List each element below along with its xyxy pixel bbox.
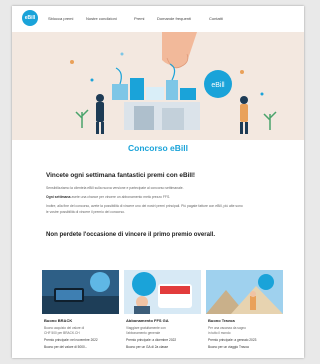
intro-line-1: Sensibilizziamo la clientela eBill sulla… — [46, 186, 184, 190]
nav-item-sblocca-premi[interactable]: Sblocca premi — [48, 16, 73, 21]
hero-banner: eBill — [12, 32, 304, 140]
nav-item-domande-frequenti[interactable]: Domande frequenti — [157, 16, 191, 21]
prize-desc: in tutto il mondo — [208, 331, 231, 335]
prize-image-travoa — [206, 270, 283, 314]
prize-value: Buono per un GA di 2a classe — [126, 345, 169, 349]
prize-card-brack[interactable]: Buono BRACK Buono acquisto del valore di… — [42, 270, 119, 358]
prize-date: Premio principale: a dicembre 2022 — [126, 338, 177, 342]
intro-line-4: le vostre possibilità di vincere il prem… — [46, 210, 125, 214]
prize-image-ffs — [124, 270, 201, 314]
prize-card-ffs[interactable]: Abbonamento FFS GA Viaggiare gratuitamen… — [124, 270, 201, 358]
intro-heading: Vincete ogni settimana fantastici premi … — [46, 172, 196, 179]
section-title: Concorso eBill — [128, 143, 188, 153]
prize-desc: l'abbonamento generale — [126, 331, 161, 335]
intro-line-2-bold: Ogni settimana — [46, 195, 71, 199]
prize-date: Premio principale: nel novembre 2022 — [44, 338, 98, 342]
prize-title: Abbonamento FFS GA — [126, 318, 169, 323]
nav-item-condizioni[interactable]: Nostre condizioni — [86, 16, 117, 21]
top-navigation: eBill Sblocca premi Nostre condizioni Pr… — [12, 6, 304, 32]
prize-value: Buono per un viaggio Travoa — [208, 345, 249, 349]
prize-image-brack — [42, 270, 119, 314]
nav-item-premi[interactable]: Premi — [134, 16, 144, 21]
nav-item-contatti[interactable]: Contatti — [209, 16, 223, 21]
hero-badge: eBill — [211, 82, 225, 89]
prize-date: Premio principale: a gennaio 2023 — [208, 338, 257, 342]
intro-line-3: Inoltre, alla fine del concorso, avete l… — [46, 204, 243, 208]
prize-desc: Buono acquisto del valore di — [44, 326, 85, 330]
prize-card-travoa[interactable]: Buono Travoa Per una vacanza da sogno in… — [206, 270, 283, 358]
prize-desc: Viaggiare gratuitamente con — [126, 326, 166, 330]
prize-desc: Per una vacanza da sogno — [208, 326, 246, 330]
page: eBill Sblocca premi Nostre condizioni Pr… — [12, 6, 304, 358]
prize-value: Buono per del valore di 5000.- — [44, 345, 87, 349]
prize-title: Buono Travoa — [208, 318, 235, 323]
ebill-logo[interactable]: eBill — [22, 10, 38, 26]
intro-line-2: Ogni settimana avete una chance per vinc… — [46, 195, 170, 199]
hero-illustration: eBill — [70, 32, 277, 134]
prize-title: Buono BRACK — [44, 318, 73, 323]
intro-line-2-rest: avete una chance per vincere un abboname… — [70, 195, 171, 199]
subheading: Non perdete l'occasione di vincere il pr… — [46, 231, 216, 238]
prize-desc: CHF 500 per BRACK.CH — [44, 331, 80, 335]
